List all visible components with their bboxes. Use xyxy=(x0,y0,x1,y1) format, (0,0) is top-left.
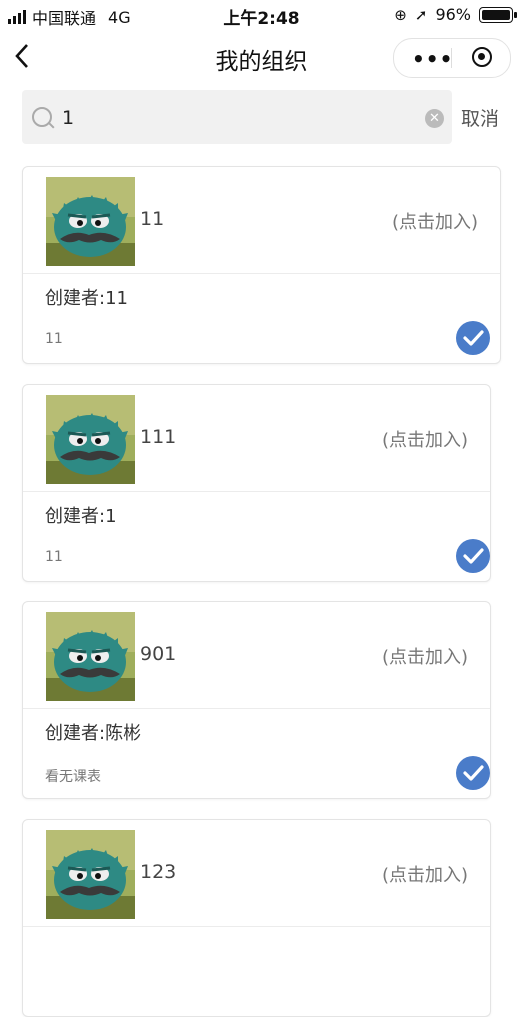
org-avatar xyxy=(46,830,135,919)
org-avatar xyxy=(46,177,135,266)
card-divider xyxy=(23,708,490,709)
org-name: 111 xyxy=(140,426,177,448)
checkmark-icon xyxy=(456,539,490,573)
org-name: 901 xyxy=(140,643,177,665)
search-input[interactable] xyxy=(60,102,404,134)
org-description: 11 xyxy=(45,331,63,347)
card-divider xyxy=(23,491,490,492)
status-bar: 中国联通 4G 上午2:48 ⊕ ➚ 96% xyxy=(0,0,523,30)
capsule-divider xyxy=(451,48,452,68)
join-link[interactable]: (点击加入) xyxy=(392,208,478,234)
org-creator: 创建者:1 xyxy=(45,506,117,527)
org-avatar xyxy=(46,612,135,701)
battery-icon xyxy=(479,6,517,23)
checkmark-icon xyxy=(456,321,490,355)
org-description: 看无课表 xyxy=(45,769,101,785)
search-bar: ✕ xyxy=(22,90,452,144)
card-divider xyxy=(23,273,500,274)
org-card[interactable]: 123 (点击加入) xyxy=(22,819,491,1017)
org-card[interactable]: 11 (点击加入) 创建者:11 11 xyxy=(22,166,501,364)
battery-percent: 96% xyxy=(435,5,471,24)
org-creator: 创建者:11 xyxy=(45,288,128,309)
card-divider xyxy=(23,926,490,927)
more-icon[interactable]: ••• xyxy=(412,47,453,71)
rotation-lock-icon: ⊕ xyxy=(394,5,407,24)
location-icon: ➚ xyxy=(414,5,428,24)
org-name: 123 xyxy=(140,861,177,883)
org-card[interactable]: 901 (点击加入) 创建者:陈彬 看无课表 xyxy=(22,601,491,799)
join-link[interactable]: (点击加入) xyxy=(382,861,468,887)
org-avatar xyxy=(46,395,135,484)
join-link[interactable]: (点击加入) xyxy=(382,426,468,452)
join-link[interactable]: (点击加入) xyxy=(382,643,468,669)
org-description: 11 xyxy=(45,549,63,565)
miniprogram-capsule: ••• xyxy=(393,38,511,78)
cancel-button[interactable]: 取消 xyxy=(461,104,499,131)
org-name: 11 xyxy=(140,208,165,230)
checkmark-icon xyxy=(456,756,490,790)
org-card[interactable]: 111 (点击加入) 创建者:1 11 xyxy=(22,384,491,582)
close-miniprogram-icon[interactable] xyxy=(472,47,492,67)
clear-icon[interactable]: ✕ xyxy=(425,109,444,128)
search-icon xyxy=(32,107,52,127)
nav-bar: 我的组织 ••• xyxy=(0,30,523,82)
org-creator: 创建者:陈彬 xyxy=(45,723,142,744)
